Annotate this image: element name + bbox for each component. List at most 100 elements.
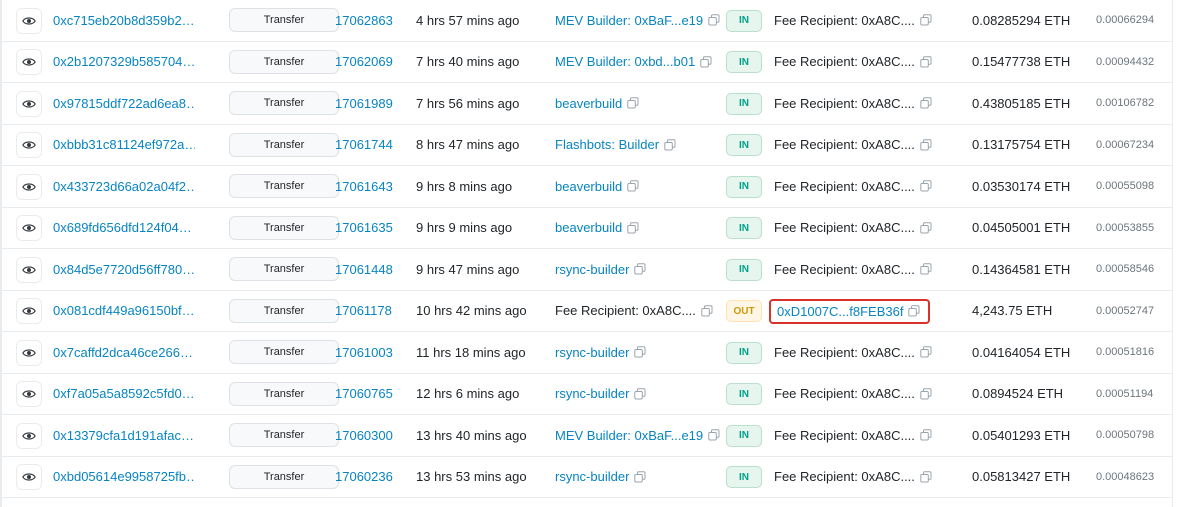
view-details-button[interactable] [16,132,42,158]
tx-hash-link[interactable]: 0xbd05614e9958725fb… [53,457,195,498]
copy-icon[interactable] [920,97,932,109]
tx-hash-link[interactable]: 0x2b1207329b585704… [53,42,195,83]
copy-icon[interactable] [708,14,720,26]
age-text: 8 hrs 47 mins ago [416,137,520,153]
block-link[interactable]: 17061989 [335,83,393,124]
value-text: 0.04164054 ETH [972,344,1071,360]
view-details-button[interactable] [16,422,42,449]
view-details-button[interactable] [16,7,42,34]
tx-hash-link[interactable]: 0x433723d66a02a04f2… [53,166,195,207]
method-badge: Transfer [229,174,339,198]
copy-icon[interactable] [920,388,932,400]
copy-icon[interactable] [920,429,932,441]
view-details-button[interactable] [16,464,42,490]
view-details-button[interactable] [16,215,42,241]
to-address-link[interactable]: 0xD1007C...f8FEB36f [769,298,931,324]
txn-fee-text: 0.00053855 [1096,221,1155,234]
copy-icon[interactable] [634,471,646,483]
from-address-label[interactable]: beaverbuild [555,96,622,111]
block-link[interactable]: 17061744 [335,125,393,166]
block-link[interactable]: 17062863 [335,0,393,41]
from-address[interactable]: rsync-builder [555,249,646,290]
copy-icon[interactable] [920,139,932,151]
from-address-label[interactable]: rsync-builder [555,345,629,360]
from-address-label[interactable]: beaverbuild [555,179,622,194]
txn-fee-text: 0.00067234 [1096,138,1155,151]
copy-icon[interactable] [664,139,676,151]
from-address-label[interactable]: rsync-builder [555,469,629,484]
from-address-label[interactable]: MEV Builder: 0xBaF...e19 [555,13,703,28]
copy-icon[interactable] [634,346,646,358]
from-address[interactable]: MEV Builder: 0xBaF...e19 [555,415,720,456]
view-details-button[interactable] [16,90,42,117]
copy-icon[interactable] [700,56,712,68]
block-link[interactable]: 17060236 [335,457,393,498]
block-link[interactable]: 17061448 [335,249,393,290]
block-link[interactable]: 17061635 [335,208,393,249]
from-address[interactable]: rsync-builder [555,374,646,415]
from-address[interactable]: Flashbots: Builder [555,125,676,166]
from-address[interactable]: rsync-builder [555,332,646,373]
view-details-button[interactable] [16,49,42,75]
tx-hash-link[interactable]: 0xc715eb20b8d359b2… [53,0,195,41]
from-address-label[interactable]: beaverbuild [555,220,622,235]
from-address[interactable]: rsync-builder [555,457,646,498]
from-address-label[interactable]: Flashbots: Builder [555,137,659,152]
table-row: 0x2b1207329b585704… Transfer 17062069 7 hrs… [2,42,1172,83]
from-address[interactable]: MEV Builder: 0xBaF...e19 [555,0,720,41]
tx-hash-link[interactable]: 0x13379cfa1d191afac… [53,415,195,456]
copy-icon[interactable] [920,14,932,26]
to-address-label: Fee Recipient: 0xA8C.... [774,95,915,111]
copy-icon[interactable] [920,180,932,192]
tx-hash-link[interactable]: 0xbbb31c81124ef972a… [53,125,195,166]
method-badge: Transfer [229,340,339,364]
tx-hash-link[interactable]: 0x84d5e7720d56ff780… [53,249,195,290]
copy-icon[interactable] [634,263,646,275]
eye-icon [22,304,36,318]
view-details-button[interactable] [16,298,42,324]
table-row: 0x13379cfa1d191afac… Transfer 17060300 13 h… [2,415,1172,457]
copy-icon[interactable] [708,429,720,441]
view-details-button[interactable] [16,339,42,366]
from-address-label[interactable]: rsync-builder [555,262,629,277]
block-link[interactable]: 17061003 [335,332,393,373]
copy-icon[interactable] [920,56,932,68]
from-address[interactable]: beaverbuild [555,208,639,249]
block-link[interactable]: 17060300 [335,415,393,456]
block-link[interactable]: 17060765 [335,374,393,415]
age-text: 12 hrs 6 mins ago [416,386,520,402]
block-link[interactable]: 17062069 [335,42,393,83]
copy-icon[interactable] [627,180,639,192]
copy-icon[interactable] [920,222,932,234]
to-address-label[interactable]: 0xD1007C...f8FEB36f [777,304,903,319]
to-address-label: Fee Recipient: 0xA8C.... [774,261,915,277]
copy-icon[interactable] [920,346,932,358]
to-address: Fee Recipient: 0xA8C.... [774,0,932,41]
view-details-button[interactable] [16,381,42,407]
from-address-label[interactable]: MEV Builder: 0xbd...b01 [555,54,695,69]
copy-icon[interactable] [920,471,932,483]
view-details-button[interactable] [16,173,42,200]
copy-icon[interactable] [627,97,639,109]
method-badge: Transfer [229,49,339,74]
eye-icon [22,55,36,69]
tx-hash-link[interactable]: 0x081cdf449a96150bf… [53,291,195,332]
view-details-button[interactable] [16,256,42,283]
from-address[interactable]: beaverbuild [555,166,639,207]
block-link[interactable]: 17061643 [335,166,393,207]
copy-icon[interactable] [701,305,713,317]
copy-icon[interactable] [908,305,920,317]
tx-hash-link[interactable]: 0x689fd656dfd124f04… [53,208,195,249]
copy-icon[interactable] [920,263,932,275]
from-address-label[interactable]: rsync-builder [555,386,629,401]
from-address[interactable]: MEV Builder: 0xbd...b01 [555,42,712,83]
tx-hash-link[interactable]: 0x97815ddf722ad6ea8… [53,83,195,124]
copy-icon[interactable] [634,388,646,400]
tx-hash-link[interactable]: 0xf7a05a5a8592c5fd0… [53,374,195,415]
tx-hash-link[interactable]: 0x7caffd2dca46ce266… [53,332,195,373]
copy-icon[interactable] [627,222,639,234]
table-row: 0x433723d66a02a04f2… Transfer 17061643 9 hr… [2,166,1172,208]
block-link[interactable]: 17061178 [335,291,392,332]
from-address[interactable]: beaverbuild [555,83,639,124]
from-address-label[interactable]: MEV Builder: 0xBaF...e19 [555,428,703,443]
